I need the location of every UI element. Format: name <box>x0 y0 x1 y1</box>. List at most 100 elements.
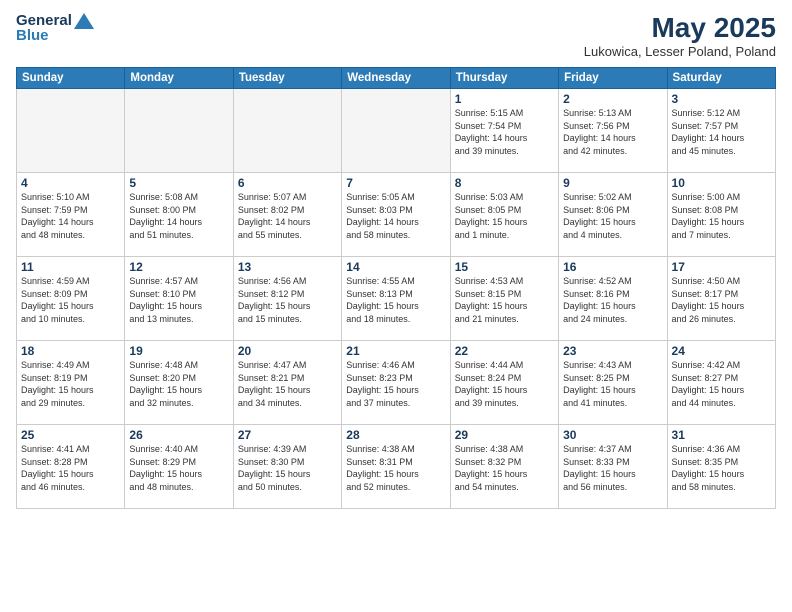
table-row: 14Sunrise: 4:55 AMSunset: 8:13 PMDayligh… <box>342 257 450 341</box>
table-row: 27Sunrise: 4:39 AMSunset: 8:30 PMDayligh… <box>233 425 341 509</box>
calendar: Sunday Monday Tuesday Wednesday Thursday… <box>16 67 776 509</box>
table-row: 18Sunrise: 4:49 AMSunset: 8:19 PMDayligh… <box>17 341 125 425</box>
logo: General Blue <box>16 12 94 44</box>
col-wednesday: Wednesday <box>342 68 450 89</box>
col-thursday: Thursday <box>450 68 558 89</box>
day-info: Sunrise: 4:46 AMSunset: 8:23 PMDaylight:… <box>346 359 445 409</box>
logo-blue: Blue <box>16 27 49 44</box>
day-info: Sunrise: 4:55 AMSunset: 8:13 PMDaylight:… <box>346 275 445 325</box>
table-row: 16Sunrise: 4:52 AMSunset: 8:16 PMDayligh… <box>559 257 667 341</box>
day-info: Sunrise: 5:12 AMSunset: 7:57 PMDaylight:… <box>672 107 771 157</box>
table-row: 25Sunrise: 4:41 AMSunset: 8:28 PMDayligh… <box>17 425 125 509</box>
day-number: 30 <box>563 428 662 442</box>
day-number: 23 <box>563 344 662 358</box>
day-info: Sunrise: 5:03 AMSunset: 8:05 PMDaylight:… <box>455 191 554 241</box>
table-row: 21Sunrise: 4:46 AMSunset: 8:23 PMDayligh… <box>342 341 450 425</box>
day-number: 24 <box>672 344 771 358</box>
day-number: 28 <box>346 428 445 442</box>
day-info: Sunrise: 4:57 AMSunset: 8:10 PMDaylight:… <box>129 275 228 325</box>
col-sunday: Sunday <box>17 68 125 89</box>
table-row: 19Sunrise: 4:48 AMSunset: 8:20 PMDayligh… <box>125 341 233 425</box>
col-tuesday: Tuesday <box>233 68 341 89</box>
page: General Blue May 2025 Lukowica, Lesser P… <box>0 0 792 612</box>
day-info: Sunrise: 5:07 AMSunset: 8:02 PMDaylight:… <box>238 191 337 241</box>
table-row: 11Sunrise: 4:59 AMSunset: 8:09 PMDayligh… <box>17 257 125 341</box>
table-row: 9Sunrise: 5:02 AMSunset: 8:06 PMDaylight… <box>559 173 667 257</box>
day-info: Sunrise: 5:10 AMSunset: 7:59 PMDaylight:… <box>21 191 120 241</box>
day-number: 2 <box>563 92 662 106</box>
day-info: Sunrise: 4:50 AMSunset: 8:17 PMDaylight:… <box>672 275 771 325</box>
table-row: 4Sunrise: 5:10 AMSunset: 7:59 PMDaylight… <box>17 173 125 257</box>
day-info: Sunrise: 4:39 AMSunset: 8:30 PMDaylight:… <box>238 443 337 493</box>
day-number: 25 <box>21 428 120 442</box>
day-number: 12 <box>129 260 228 274</box>
table-row <box>125 89 233 173</box>
calendar-week-row: 25Sunrise: 4:41 AMSunset: 8:28 PMDayligh… <box>17 425 776 509</box>
day-info: Sunrise: 4:43 AMSunset: 8:25 PMDaylight:… <box>563 359 662 409</box>
table-row: 26Sunrise: 4:40 AMSunset: 8:29 PMDayligh… <box>125 425 233 509</box>
day-number: 22 <box>455 344 554 358</box>
header: General Blue May 2025 Lukowica, Lesser P… <box>16 12 776 59</box>
day-number: 10 <box>672 176 771 190</box>
table-row: 30Sunrise: 4:37 AMSunset: 8:33 PMDayligh… <box>559 425 667 509</box>
col-monday: Monday <box>125 68 233 89</box>
table-row <box>342 89 450 173</box>
day-info: Sunrise: 4:48 AMSunset: 8:20 PMDaylight:… <box>129 359 228 409</box>
day-number: 8 <box>455 176 554 190</box>
day-info: Sunrise: 4:52 AMSunset: 8:16 PMDaylight:… <box>563 275 662 325</box>
day-info: Sunrise: 4:59 AMSunset: 8:09 PMDaylight:… <box>21 275 120 325</box>
logo-icon <box>74 13 94 29</box>
day-info: Sunrise: 4:56 AMSunset: 8:12 PMDaylight:… <box>238 275 337 325</box>
day-info: Sunrise: 4:49 AMSunset: 8:19 PMDaylight:… <box>21 359 120 409</box>
table-row: 6Sunrise: 5:07 AMSunset: 8:02 PMDaylight… <box>233 173 341 257</box>
table-row: 29Sunrise: 4:38 AMSunset: 8:32 PMDayligh… <box>450 425 558 509</box>
day-number: 7 <box>346 176 445 190</box>
day-number: 20 <box>238 344 337 358</box>
day-number: 16 <box>563 260 662 274</box>
day-number: 9 <box>563 176 662 190</box>
day-number: 19 <box>129 344 228 358</box>
day-info: Sunrise: 4:38 AMSunset: 8:31 PMDaylight:… <box>346 443 445 493</box>
table-row: 3Sunrise: 5:12 AMSunset: 7:57 PMDaylight… <box>667 89 775 173</box>
day-info: Sunrise: 4:38 AMSunset: 8:32 PMDaylight:… <box>455 443 554 493</box>
day-number: 5 <box>129 176 228 190</box>
day-number: 31 <box>672 428 771 442</box>
day-info: Sunrise: 4:37 AMSunset: 8:33 PMDaylight:… <box>563 443 662 493</box>
day-info: Sunrise: 5:05 AMSunset: 8:03 PMDaylight:… <box>346 191 445 241</box>
table-row: 22Sunrise: 4:44 AMSunset: 8:24 PMDayligh… <box>450 341 558 425</box>
table-row: 5Sunrise: 5:08 AMSunset: 8:00 PMDaylight… <box>125 173 233 257</box>
day-info: Sunrise: 5:08 AMSunset: 8:00 PMDaylight:… <box>129 191 228 241</box>
table-row <box>17 89 125 173</box>
table-row: 15Sunrise: 4:53 AMSunset: 8:15 PMDayligh… <box>450 257 558 341</box>
day-number: 14 <box>346 260 445 274</box>
day-number: 17 <box>672 260 771 274</box>
day-info: Sunrise: 5:02 AMSunset: 8:06 PMDaylight:… <box>563 191 662 241</box>
day-number: 18 <box>21 344 120 358</box>
day-number: 15 <box>455 260 554 274</box>
day-number: 13 <box>238 260 337 274</box>
table-row: 31Sunrise: 4:36 AMSunset: 8:35 PMDayligh… <box>667 425 775 509</box>
day-info: Sunrise: 5:15 AMSunset: 7:54 PMDaylight:… <box>455 107 554 157</box>
day-info: Sunrise: 4:47 AMSunset: 8:21 PMDaylight:… <box>238 359 337 409</box>
day-number: 26 <box>129 428 228 442</box>
day-info: Sunrise: 4:40 AMSunset: 8:29 PMDaylight:… <box>129 443 228 493</box>
calendar-week-row: 4Sunrise: 5:10 AMSunset: 7:59 PMDaylight… <box>17 173 776 257</box>
table-row: 7Sunrise: 5:05 AMSunset: 8:03 PMDaylight… <box>342 173 450 257</box>
calendar-week-row: 1Sunrise: 5:15 AMSunset: 7:54 PMDaylight… <box>17 89 776 173</box>
table-row: 8Sunrise: 5:03 AMSunset: 8:05 PMDaylight… <box>450 173 558 257</box>
day-info: Sunrise: 5:13 AMSunset: 7:56 PMDaylight:… <box>563 107 662 157</box>
table-row: 1Sunrise: 5:15 AMSunset: 7:54 PMDaylight… <box>450 89 558 173</box>
table-row: 23Sunrise: 4:43 AMSunset: 8:25 PMDayligh… <box>559 341 667 425</box>
day-number: 21 <box>346 344 445 358</box>
day-number: 1 <box>455 92 554 106</box>
day-info: Sunrise: 4:53 AMSunset: 8:15 PMDaylight:… <box>455 275 554 325</box>
day-number: 29 <box>455 428 554 442</box>
table-row: 24Sunrise: 4:42 AMSunset: 8:27 PMDayligh… <box>667 341 775 425</box>
table-row: 12Sunrise: 4:57 AMSunset: 8:10 PMDayligh… <box>125 257 233 341</box>
title-area: May 2025 Lukowica, Lesser Poland, Poland <box>584 12 776 59</box>
table-row: 2Sunrise: 5:13 AMSunset: 7:56 PMDaylight… <box>559 89 667 173</box>
table-row: 10Sunrise: 5:00 AMSunset: 8:08 PMDayligh… <box>667 173 775 257</box>
day-number: 11 <box>21 260 120 274</box>
col-saturday: Saturday <box>667 68 775 89</box>
location: Lukowica, Lesser Poland, Poland <box>584 44 776 59</box>
